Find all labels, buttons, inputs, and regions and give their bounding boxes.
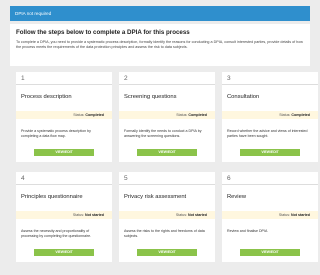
status-value: Completed [85,113,104,117]
step-title: Process description [21,94,72,100]
step-description: Assess the necessity and proportionality… [21,229,92,238]
view-edit-button[interactable]: VIEW/EDIT [34,149,94,156]
status-label: Status: [72,213,85,217]
card-divider [222,84,318,85]
step-title: Privacy risk assessment [124,194,187,200]
intro-text: To complete a DPIA, you need to provide … [16,40,303,49]
view-edit-button[interactable]: VIEW/EDIT [34,249,94,256]
step-card-consultation: 3 Consultation Status: Completed Record … [222,72,318,162]
step-description: Review and finalise DPIA [227,229,268,233]
step-card-screening-questions: 2 Screening questions Status: Completed … [119,72,215,162]
status-value: Not started [85,213,104,217]
status-row: Status: Completed [119,111,215,119]
step-number: 4 [21,175,25,182]
step-card-privacy-risk-assessment: 5 Privacy risk assessment Status: Not st… [119,172,215,262]
step-description: Record whether the advice and views of i… [227,129,308,138]
status-label: Status: [176,113,188,117]
status-label: Status: [175,213,188,217]
intro-panel: Follow the steps below to complete a DPI… [10,24,310,66]
step-card-principles-questionnaire: 4 Principles questionnaire Status: Not s… [16,172,112,262]
step-card-review: 6 Review Status: Not started Review and … [222,172,318,262]
status-row: Status: Completed [222,111,318,119]
step-description: Provide a systematic process description… [21,129,91,138]
view-edit-button[interactable]: VIEW/EDIT [137,149,197,156]
status-label: Status: [278,213,291,217]
card-divider [16,184,112,185]
step-number: 5 [124,175,128,182]
status-row: Status: Not started [222,211,318,219]
status-value: Completed [188,113,207,117]
status-value: Not started [291,213,310,217]
status-value: Not started [188,213,207,217]
status-label: Status: [73,113,85,117]
status-label: Status: [279,113,291,117]
card-divider [16,84,112,85]
card-divider [222,184,318,185]
intro-title: Follow the steps below to complete a DPI… [16,29,190,36]
dpia-status-banner: DPIA not required [10,6,310,21]
step-description: Formally identify the needs to conduct a… [124,129,202,138]
status-row: Status: Completed [16,111,112,119]
status-row: Status: Not started [119,211,215,219]
step-title: Principles questionnaire [21,194,83,200]
view-edit-button[interactable]: VIEW/EDIT [240,249,300,256]
status-row: Status: Not started [16,211,112,219]
step-number: 3 [227,75,231,82]
step-title: Review [227,194,247,200]
card-divider [119,84,215,85]
status-value: Completed [291,113,310,117]
step-description: Assess the risks to the rights and freed… [124,229,205,238]
step-number: 6 [227,175,231,182]
step-title: Screening questions [124,94,177,100]
step-title: Consultation [227,94,260,100]
step-number: 2 [124,75,128,82]
step-card-process-description: 1 Process description Status: Completed … [16,72,112,162]
view-edit-button[interactable]: VIEW/EDIT [137,249,197,256]
view-edit-button[interactable]: VIEW/EDIT [240,149,300,156]
card-divider [119,184,215,185]
step-number: 1 [21,75,25,82]
